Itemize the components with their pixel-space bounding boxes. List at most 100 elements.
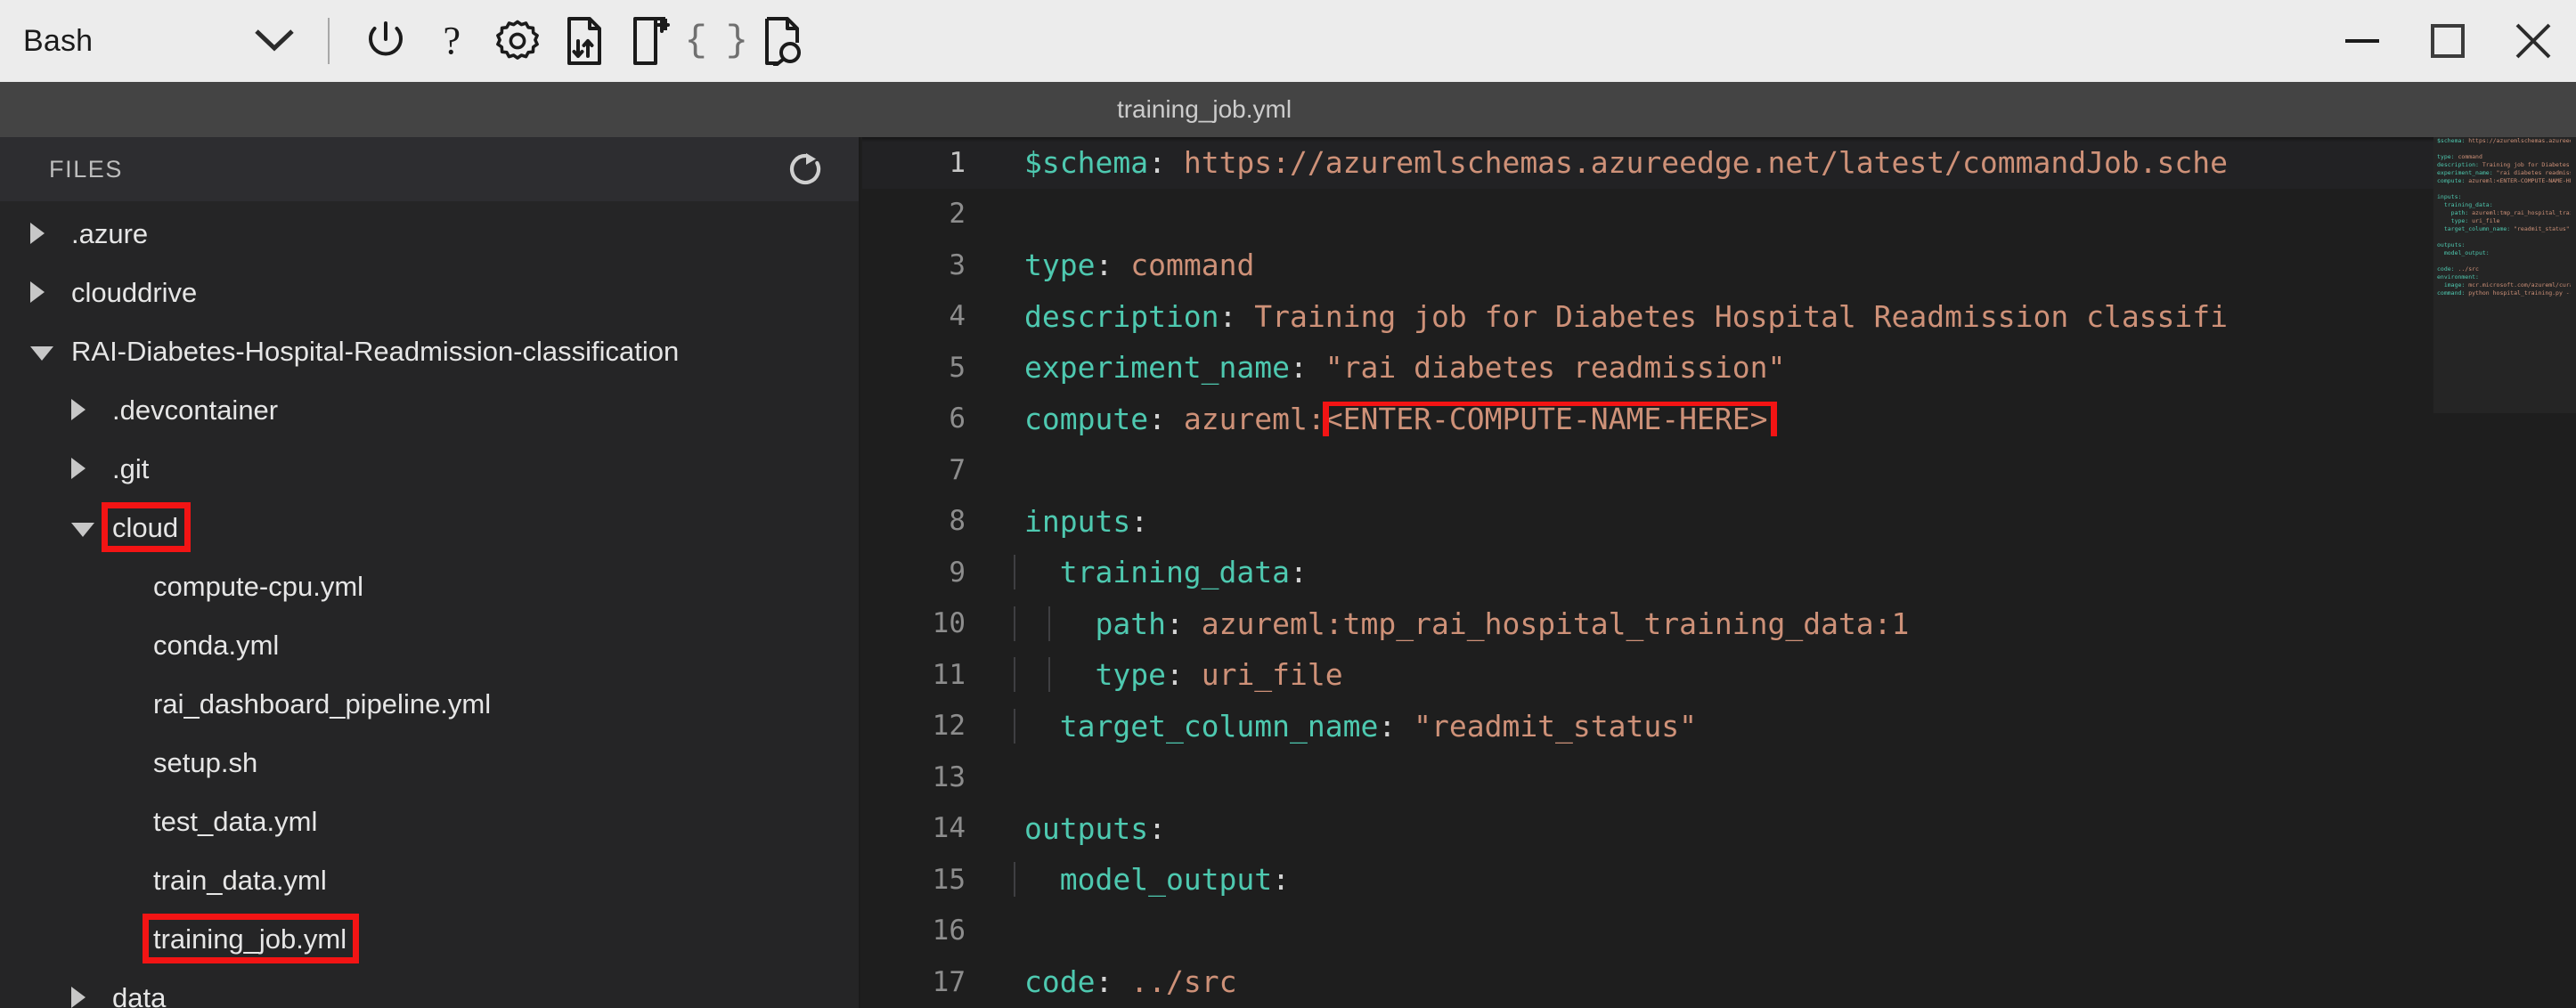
yaml-punctuation: : — [1378, 708, 1414, 744]
yaml-string-value: "rai diabetes readmission" — [1325, 350, 1786, 386]
code-line-text[interactable]: target_column_name: "readmit_status" — [998, 708, 2576, 744]
tree-folder-rai-diabetes-hospital-readmission-classification[interactable]: RAI-Diabetes-Hospital-Readmission-classi… — [0, 321, 859, 380]
tree-folder--devcontainer[interactable]: .devcontainer — [0, 380, 859, 439]
help-icon[interactable]: ? — [419, 8, 485, 74]
file-tree: .azure clouddrive RAI-Diabetes-Hospital-Re… — [0, 201, 859, 1008]
code-line[interactable]: 4 description: Training job for Diabetes … — [862, 291, 2576, 343]
upload-download-file-icon[interactable] — [550, 8, 616, 74]
shell-label: Bash — [23, 24, 94, 58]
chevron-right-icon[interactable] — [71, 399, 112, 420]
code-line[interactable]: 9 training_data: — [862, 547, 2576, 598]
line-number: 1 — [949, 146, 966, 179]
code-line[interactable]: 6 compute: azureml:<ENTER-COMPUTE-NAME-HE… — [862, 394, 2576, 445]
yaml-key: model_output — [1024, 862, 1273, 898]
code-line-text[interactable]: type: uri_file — [998, 657, 2576, 693]
chevron-right-icon[interactable] — [30, 223, 71, 244]
code-line[interactable]: 1 $schema: https://azuremlschemas.azureed… — [862, 137, 2576, 189]
line-number: 10 — [932, 607, 966, 640]
minimap-line — [2437, 257, 2571, 265]
tree-folder-cloud[interactable]: cloud — [0, 498, 859, 557]
code-line-text[interactable]: outputs: — [998, 811, 2576, 846]
code-line[interactable]: 17 code: ../src — [862, 956, 2576, 1008]
files-header-label: FILES — [49, 155, 124, 183]
code-line[interactable]: 11 type: uri_file — [862, 649, 2576, 701]
indent-guide — [1014, 606, 1015, 641]
tree-file-train-data-yml[interactable]: train_data.yml — [0, 850, 859, 909]
yaml-value: uri_file — [1201, 657, 1343, 693]
shell-selector[interactable]: Bash — [23, 12, 305, 70]
chevron-down-icon[interactable] — [30, 342, 71, 361]
triangle-closed-glyph — [30, 223, 45, 244]
code-line-text[interactable]: inputs: — [998, 504, 2576, 539]
minimize-button[interactable] — [2319, 0, 2405, 82]
minimap-line: command: python hospital_training.py --t… — [2437, 289, 2571, 297]
code-line-text[interactable]: $schema: https://azuremlschemas.azureedg… — [998, 145, 2576, 180]
code-line-text[interactable]: experiment_name: "rai diabetes readmissi… — [998, 350, 2576, 385]
tree-file-conda-yml[interactable]: conda.yml — [0, 615, 859, 674]
code-line[interactable]: 5 experiment_name: "rai diabetes readmiss… — [862, 342, 2576, 394]
tree-file-setup-sh[interactable]: setup.sh — [0, 733, 859, 792]
code-line[interactable]: 10 path: azureml:tmp_rai_hospital_traini… — [862, 598, 2576, 650]
yaml-key: code — [1024, 964, 1096, 1000]
code-line-text[interactable]: training_data: — [998, 555, 2576, 590]
gear-icon[interactable] — [485, 8, 550, 74]
close-button[interactable] — [2490, 0, 2576, 82]
help-glyph: ? — [443, 19, 461, 62]
line-number: 9 — [949, 556, 966, 589]
tree-file-test-data-yml[interactable]: test_data.yml — [0, 792, 859, 850]
indent-guide — [1014, 657, 1015, 693]
code-line[interactable]: 2 — [862, 189, 2576, 240]
code-line[interactable]: 12 target_column_name: "readmit_status" — [862, 701, 2576, 752]
tree-file-rai-dashboard-pipeline-yml[interactable]: rai_dashboard_pipeline.yml — [0, 674, 859, 733]
chevron-down-icon[interactable] — [71, 518, 112, 537]
tree-folder--git[interactable]: .git — [0, 439, 859, 498]
tree-indent-spacer — [112, 880, 153, 881]
yaml-punctuation: : — [1148, 810, 1166, 846]
code-line[interactable]: 8 inputs: — [862, 496, 2576, 548]
code-line[interactable]: 7 — [862, 444, 2576, 496]
line-number: 3 — [949, 248, 966, 281]
tree-file-training-job-yml[interactable]: training_job.yml — [0, 909, 859, 968]
editor-minimap[interactable]: $schema: https://azuremlschemas.azureedg… — [2433, 137, 2576, 1008]
line-number: 14 — [932, 812, 966, 845]
chevron-down-icon[interactable] — [253, 26, 296, 57]
yaml-punctuation: : — [1148, 401, 1184, 436]
line-number: 12 — [932, 710, 966, 743]
maximize-button[interactable] — [2405, 0, 2490, 82]
braces-icon[interactable]: { } — [682, 8, 748, 74]
code-line-text[interactable]: compute: azureml:<ENTER-COMPUTE-NAME-HER… — [998, 401, 2576, 436]
indent-guide — [1014, 708, 1015, 744]
code-line[interactable]: 13 — [862, 752, 2576, 803]
code-line[interactable]: 16 — [862, 906, 2576, 957]
tree-folder-clouddrive[interactable]: clouddrive — [0, 263, 859, 321]
file-search-icon[interactable] — [748, 8, 814, 74]
power-icon[interactable] — [353, 8, 419, 74]
code-line-text[interactable]: model_output: — [998, 862, 2576, 898]
tree-item-label: .azure — [71, 217, 149, 249]
chevron-right-icon[interactable] — [30, 281, 71, 303]
code-line[interactable]: 15 model_output: — [862, 854, 2576, 906]
yaml-value: azureml:tmp_rai_hospital_training_data:1 — [1201, 606, 1910, 641]
code-line-text[interactable]: path: azureml:tmp_rai_hospital_training_… — [998, 606, 2576, 641]
code-editor[interactable]: 1 $schema: https://azuremlschemas.azureed… — [862, 137, 2576, 1008]
refresh-icon[interactable] — [784, 148, 827, 191]
tree-item-label: cloud — [112, 511, 179, 543]
code-line[interactable]: 3 type: command — [862, 240, 2576, 291]
yaml-key: type — [1024, 657, 1166, 693]
line-number: 13 — [932, 760, 966, 793]
tree-folder-data[interactable]: data — [0, 968, 859, 1008]
new-file-icon[interactable] — [616, 8, 682, 74]
code-line-text[interactable]: type: command — [998, 248, 2576, 282]
chevron-right-icon[interactable] — [71, 987, 112, 1008]
code-line-text[interactable]: code: ../src — [998, 964, 2576, 999]
braces-glyph: { } — [684, 20, 748, 62]
code-lines-container[interactable]: 1 $schema: https://azuremlschemas.azureed… — [862, 137, 2576, 1008]
yaml-punctuation: : — [1165, 657, 1202, 693]
tree-file-compute-cpu-yml[interactable]: compute-cpu.yml — [0, 557, 859, 615]
yaml-key: inputs — [1024, 503, 1131, 539]
code-line-text[interactable]: description: Training job for Diabetes H… — [998, 299, 2576, 334]
yaml-key: path — [1024, 606, 1166, 641]
tree-folder--azure[interactable]: .azure — [0, 204, 859, 263]
chevron-right-icon[interactable] — [71, 458, 112, 479]
code-line[interactable]: 14 outputs: — [862, 803, 2576, 855]
